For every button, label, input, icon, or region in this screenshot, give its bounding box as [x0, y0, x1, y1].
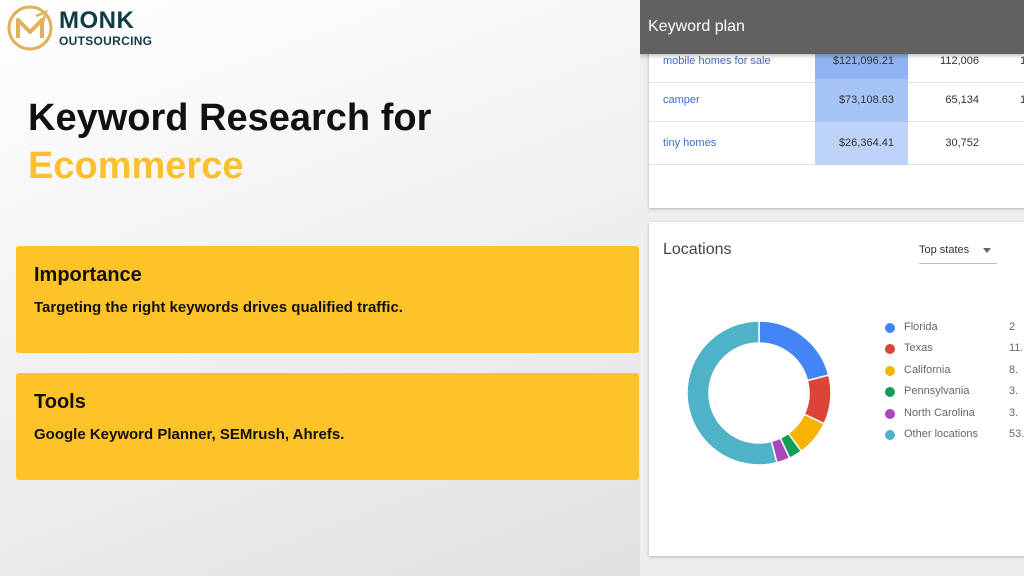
legend-item: Other locations 53.: [885, 428, 1024, 444]
card-body: Google Keyword Planner, SEMrush, Ahrefs.: [34, 426, 345, 443]
legend-item: California 8.: [885, 364, 1024, 380]
legend-item: Pennsylvania 3.: [885, 385, 1024, 401]
logo-subtitle: OUTSOURCING: [59, 34, 153, 48]
legend-dot: [885, 344, 895, 354]
legend-dot: [885, 430, 895, 440]
page-title: Keyword Research for Ecommerce: [28, 94, 431, 190]
legend-dot: [885, 366, 895, 376]
bid-cell: $26,364.41: [815, 122, 908, 165]
tools-card: Tools Google Keyword Planner, SEMrush, A…: [16, 373, 639, 480]
locations-panel: Locations Top states Florida 2 Texas 11.…: [649, 222, 1024, 556]
legend-item: North Carolina 3.: [885, 407, 1024, 423]
donut-slice-florida: [758, 320, 830, 382]
title-line-1: Keyword Research for: [28, 97, 432, 139]
card-title: Tools: [34, 391, 86, 413]
extra-cell: 1: [1020, 55, 1024, 67]
legend-name: Florida: [904, 321, 938, 333]
legend-dot: [885, 323, 895, 333]
legend-item: Florida 2: [885, 321, 1024, 337]
legend-item: Texas 11.: [885, 342, 1024, 358]
keyword-plan-header: Keyword plan: [640, 0, 1024, 54]
table-row[interactable]: tiny homes $26,364.41 30,752: [649, 122, 1024, 165]
dropdown-caret-icon: [983, 248, 991, 253]
keyword-planner-screenshot: Keyword plan mobile homes for sale $121,…: [640, 0, 1024, 576]
logo-brand: MONK: [59, 7, 135, 34]
legend-dot: [885, 387, 895, 397]
top-states-dropdown[interactable]: Top states: [919, 242, 997, 264]
table-row[interactable]: camper $73,108.63 65,134 1: [649, 79, 1024, 122]
legend-name: California: [904, 364, 951, 376]
locations-title: Locations: [663, 241, 732, 258]
keyword-link[interactable]: tiny homes: [663, 137, 716, 149]
legend-pct: 11.: [1009, 342, 1024, 354]
extra-cell: 1: [1020, 94, 1024, 106]
legend-pct: 3.: [1009, 407, 1019, 419]
volume-cell: 112,006: [940, 55, 979, 67]
title-line-2: Ecommerce: [28, 145, 244, 187]
keyword-link[interactable]: mobile homes for sale: [663, 55, 771, 67]
monk-m-logo-icon: [7, 5, 53, 51]
legend-pct: 8.: [1009, 364, 1019, 376]
legend-name: Pennsylvania: [904, 385, 970, 397]
logo: MONK OUTSOURCING: [6, 4, 152, 52]
locations-donut-chart: [686, 320, 832, 466]
bid-cell: $73,108.63: [815, 79, 908, 122]
legend-name: Texas: [904, 342, 933, 354]
legend-dot: [885, 409, 895, 419]
importance-card: Importance Targeting the right keywords …: [16, 246, 639, 353]
card-title: Importance: [34, 264, 142, 286]
keyword-table: mobile homes for sale $121,096.21 112,00…: [649, 40, 1024, 208]
dropdown-label: Top states: [919, 244, 970, 256]
legend-pct: 2: [1009, 321, 1016, 333]
card-body: Targeting the right keywords drives qual…: [34, 299, 403, 316]
volume-cell: 30,752: [945, 137, 979, 149]
legend-pct: 53.: [1009, 428, 1024, 440]
legend-name: Other locations: [904, 428, 978, 440]
volume-cell: 65,134: [945, 94, 979, 106]
legend-name: North Carolina: [904, 407, 975, 419]
keyword-link[interactable]: camper: [663, 94, 700, 106]
legend-pct: 3.: [1009, 385, 1019, 397]
